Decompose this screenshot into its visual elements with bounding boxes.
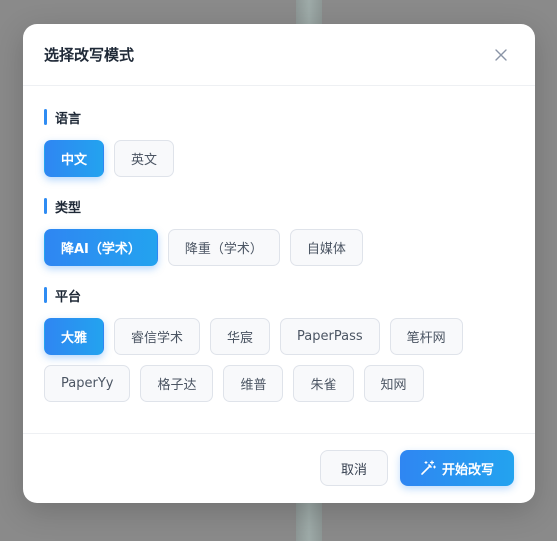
close-button[interactable] (489, 43, 513, 67)
platform-option[interactable]: PaperPass (280, 318, 380, 355)
cancel-button[interactable]: 取消 (320, 450, 388, 486)
platform-option[interactable]: 大雅 (44, 318, 105, 355)
dialog-body: 语言 中文 英文 类型 降AI（学术） 降重（学术） 自媒体 平台 大雅 睿信学术 华宸 P… (23, 86, 535, 434)
dialog-title: 选择改写模式 (44, 46, 135, 64)
language-section: 语言 中文 英文 (44, 108, 514, 177)
type-option[interactable]: 降AI（学术） (44, 229, 158, 266)
platform-option[interactable]: 睿信学术 (114, 318, 201, 355)
platform-option[interactable]: PaperYy (44, 365, 131, 402)
type-option[interactable]: 自媒体 (289, 229, 363, 266)
language-options: 中文 英文 (44, 140, 514, 177)
type-options: 降AI（学术） 降重（学术） 自媒体 (44, 229, 514, 266)
rewrite-mode-dialog: 选择改写模式 语言 中文 英文 类型 降AI（学术） 降重（学术） 自媒体 平台… (23, 24, 535, 503)
type-section-title: 类型 (44, 197, 514, 216)
dialog-header: 选择改写模式 (23, 24, 535, 86)
section-label: 类型 (55, 200, 82, 216)
magic-wand-icon (421, 460, 436, 475)
language-option[interactable]: 英文 (114, 140, 175, 177)
start-rewrite-label: 开始改写 (441, 462, 494, 478)
dialog-footer: 取消 开始改写 (23, 434, 535, 502)
platform-option[interactable]: 知网 (363, 365, 424, 402)
section-label: 语言 (55, 111, 82, 127)
platform-section-title: 平台 (44, 286, 514, 305)
start-rewrite-button[interactable]: 开始改写 (400, 450, 514, 486)
section-label: 平台 (55, 289, 82, 305)
platform-section: 平台 大雅 睿信学术 华宸 PaperPass 笔杆网 PaperYy 格子达 维普 朱雀 知网 (44, 286, 514, 402)
platform-option[interactable]: 笔杆网 (389, 318, 463, 355)
section-marker (44, 198, 47, 214)
type-option[interactable]: 降重（学术） (167, 229, 280, 266)
platform-option[interactable]: 格子达 (140, 365, 214, 402)
close-icon (495, 48, 507, 61)
platform-options: 大雅 睿信学术 华宸 PaperPass 笔杆网 PaperYy 格子达 维普 朱雀 知网 (44, 318, 514, 402)
platform-option[interactable]: 维普 (223, 365, 284, 402)
section-marker (44, 287, 47, 303)
language-section-title: 语言 (44, 108, 514, 127)
platform-option[interactable]: 华宸 (210, 318, 271, 355)
language-option[interactable]: 中文 (44, 140, 105, 177)
type-section: 类型 降AI（学术） 降重（学术） 自媒体 (44, 197, 514, 266)
platform-option[interactable]: 朱雀 (293, 365, 354, 402)
section-marker (44, 109, 47, 125)
